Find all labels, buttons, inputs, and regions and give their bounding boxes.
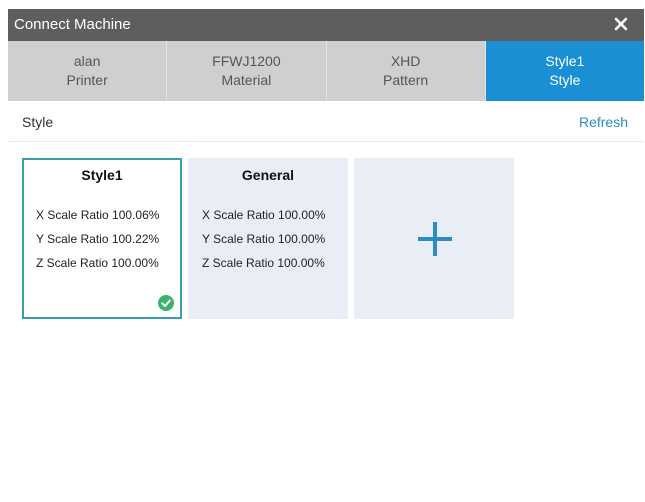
tab-style[interactable]: Style1 Style — [485, 41, 644, 101]
tab-material[interactable]: FFWJ1200 Material — [167, 41, 327, 101]
dialog-title: Connect Machine — [14, 16, 131, 33]
y-scale-ratio: Y Scale Ratio 100.00% — [202, 232, 326, 246]
card-title: General — [241, 167, 295, 183]
style-card-style1[interactable]: Style1 X Scale Ratio 100.06% Y Scale Rat… — [22, 158, 182, 319]
section-label: Style — [22, 114, 54, 130]
title-bar: Connect Machine — [8, 9, 644, 41]
connect-machine-dialog: Connect Machine alan Printer FFWJ1200 Ma… — [8, 9, 644, 502]
card-metrics: X Scale Ratio 100.00% Y Scale Ratio 100.… — [202, 203, 325, 275]
tab-printer-label: Printer — [66, 72, 108, 88]
tab-style-label: Style — [549, 72, 581, 88]
tab-printer-value: alan — [73, 53, 101, 69]
plus-icon — [418, 222, 452, 256]
tab-material-label: Material — [221, 72, 272, 88]
style-card-general[interactable]: General X Scale Ratio 100.00% Y Scale Ra… — [188, 158, 348, 319]
z-scale-ratio: Z Scale Ratio 100.00% — [36, 256, 159, 270]
close-icon[interactable] — [610, 12, 632, 36]
style-section-header: Style Refresh — [8, 101, 644, 142]
card-title: Style1 — [81, 167, 123, 183]
y-scale-ratio: Y Scale Ratio 100.22% — [36, 232, 160, 246]
card-metrics: X Scale Ratio 100.06% Y Scale Ratio 100.… — [36, 203, 159, 275]
tab-material-value: FFWJ1200 — [212, 53, 281, 69]
tab-style-value: Style1 — [545, 53, 585, 69]
refresh-link[interactable]: Refresh — [579, 114, 628, 130]
x-scale-ratio: X Scale Ratio 100.00% — [202, 208, 326, 222]
tab-printer[interactable]: alan Printer — [8, 41, 168, 101]
x-scale-ratio: X Scale Ratio 100.06% — [36, 208, 160, 222]
z-scale-ratio: Z Scale Ratio 100.00% — [202, 256, 325, 270]
step-tabs: alan Printer FFWJ1200 Material XHD Patte… — [8, 41, 644, 101]
tab-pattern[interactable]: XHD Pattern — [326, 41, 486, 101]
add-style-button[interactable] — [354, 158, 514, 319]
tab-pattern-value: XHD — [390, 53, 421, 69]
check-icon — [158, 295, 174, 311]
tab-pattern-label: Pattern — [383, 72, 429, 88]
